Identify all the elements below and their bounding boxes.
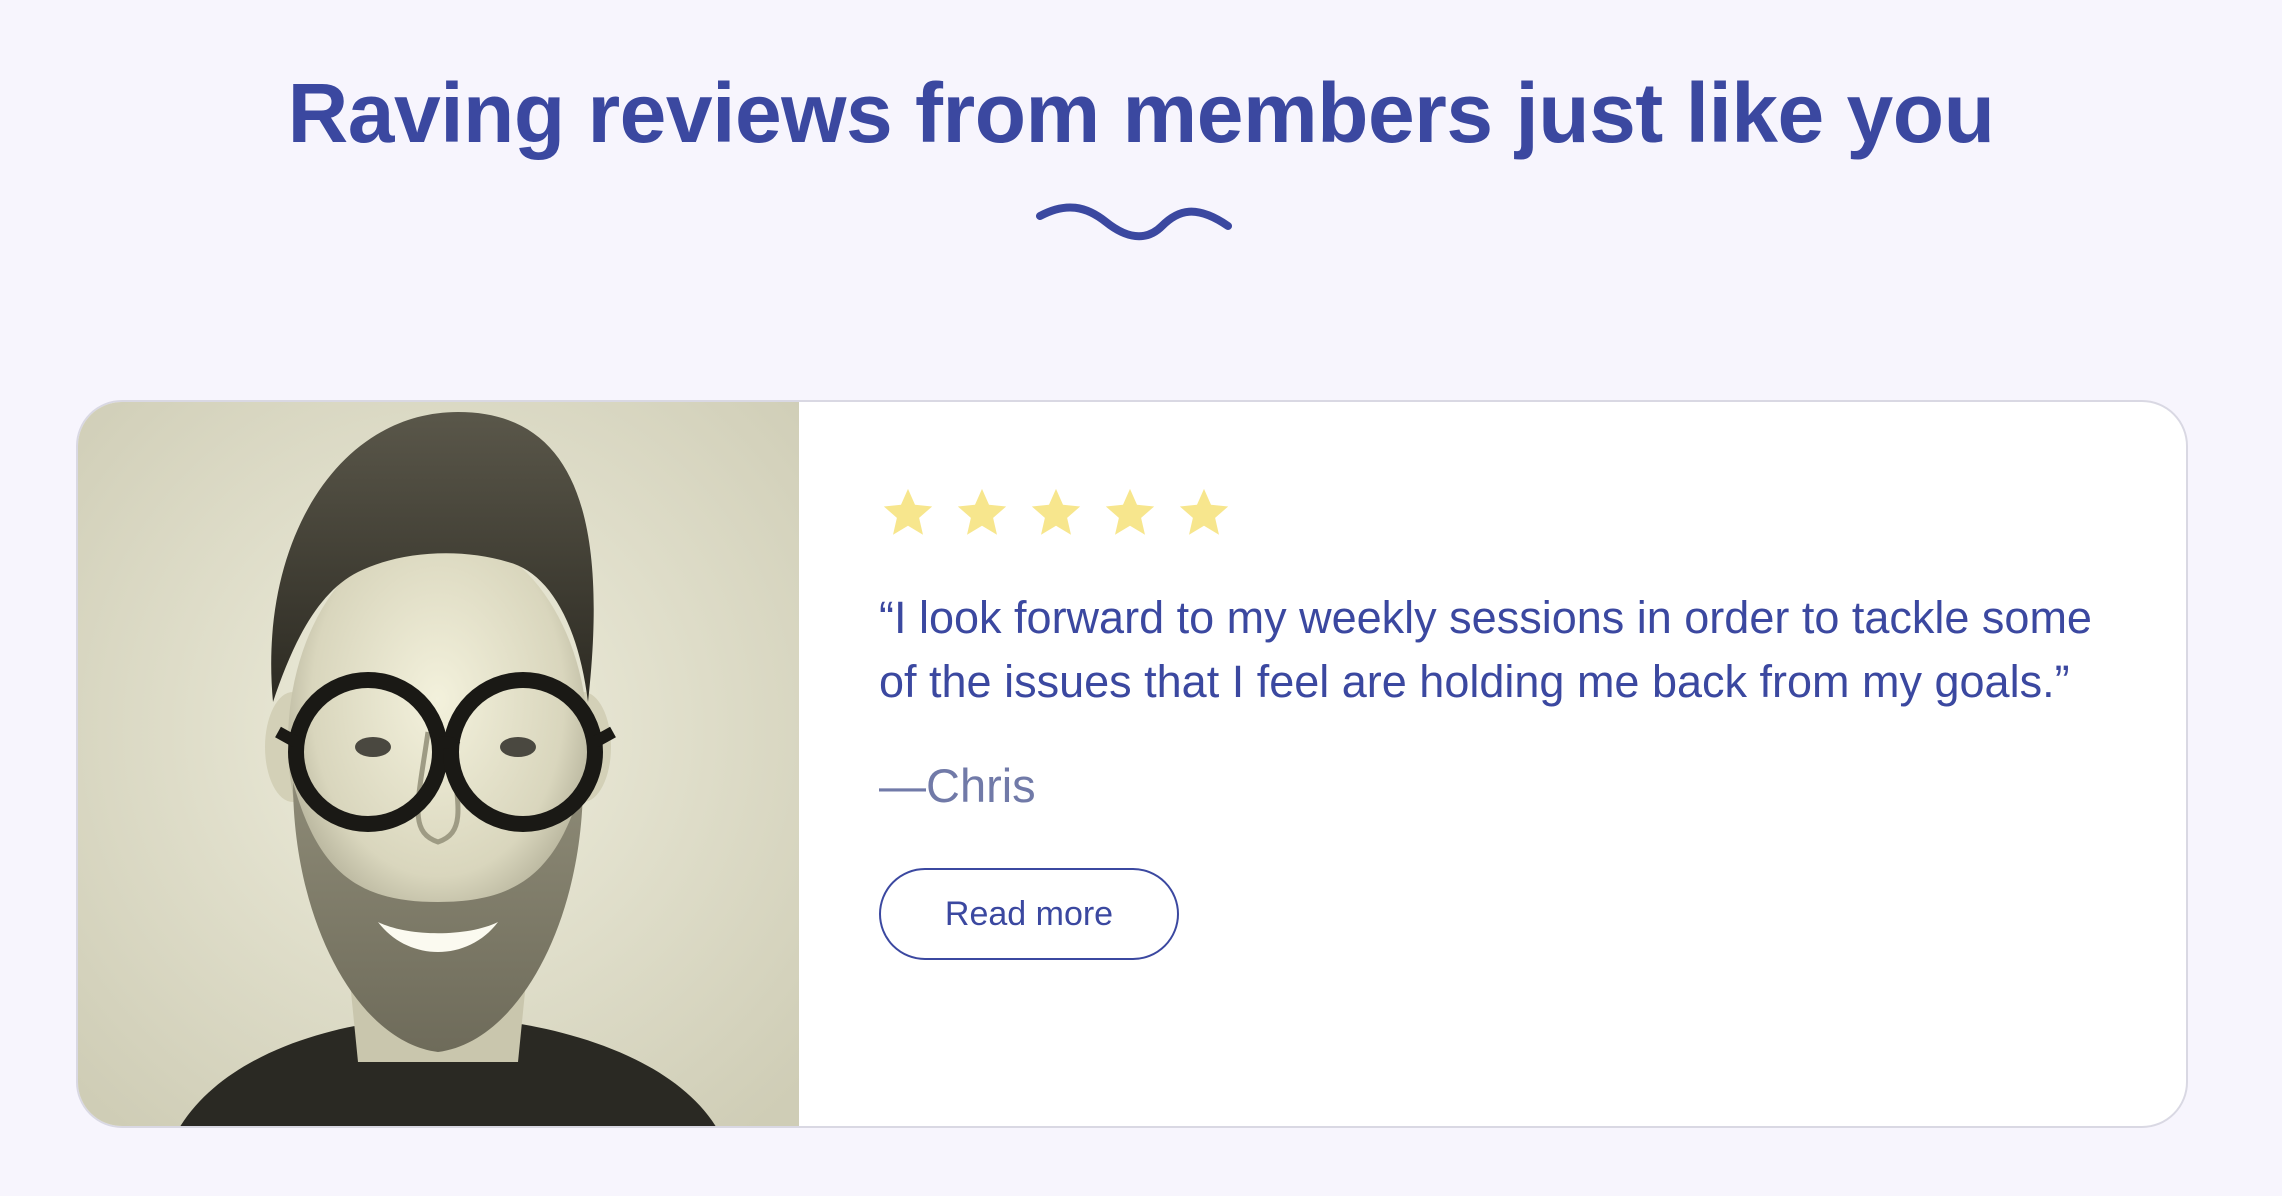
star-icon <box>1031 488 1081 535</box>
review-card: “I look forward to my weekly sessions in… <box>76 400 2188 1128</box>
review-content: “I look forward to my weekly sessions in… <box>879 482 2139 960</box>
review-author: —Chris <box>879 759 1036 812</box>
read-more-button[interactable]: Read more <box>879 868 1179 960</box>
star-icon <box>957 488 1007 535</box>
member-photo <box>78 402 799 1126</box>
star-icon <box>1179 488 1229 535</box>
star-icon <box>883 488 933 535</box>
reviews-section: Raving reviews from members just like yo… <box>0 0 2282 1196</box>
section-title: Raving reviews from members just like yo… <box>287 66 1995 160</box>
person-photo-icon <box>78 402 799 1126</box>
star-rating <box>879 482 2139 544</box>
squiggle-divider-icon <box>1036 203 1232 241</box>
review-quote: “I look forward to my weekly sessions in… <box>879 592 2092 707</box>
star-icon <box>1105 488 1155 535</box>
